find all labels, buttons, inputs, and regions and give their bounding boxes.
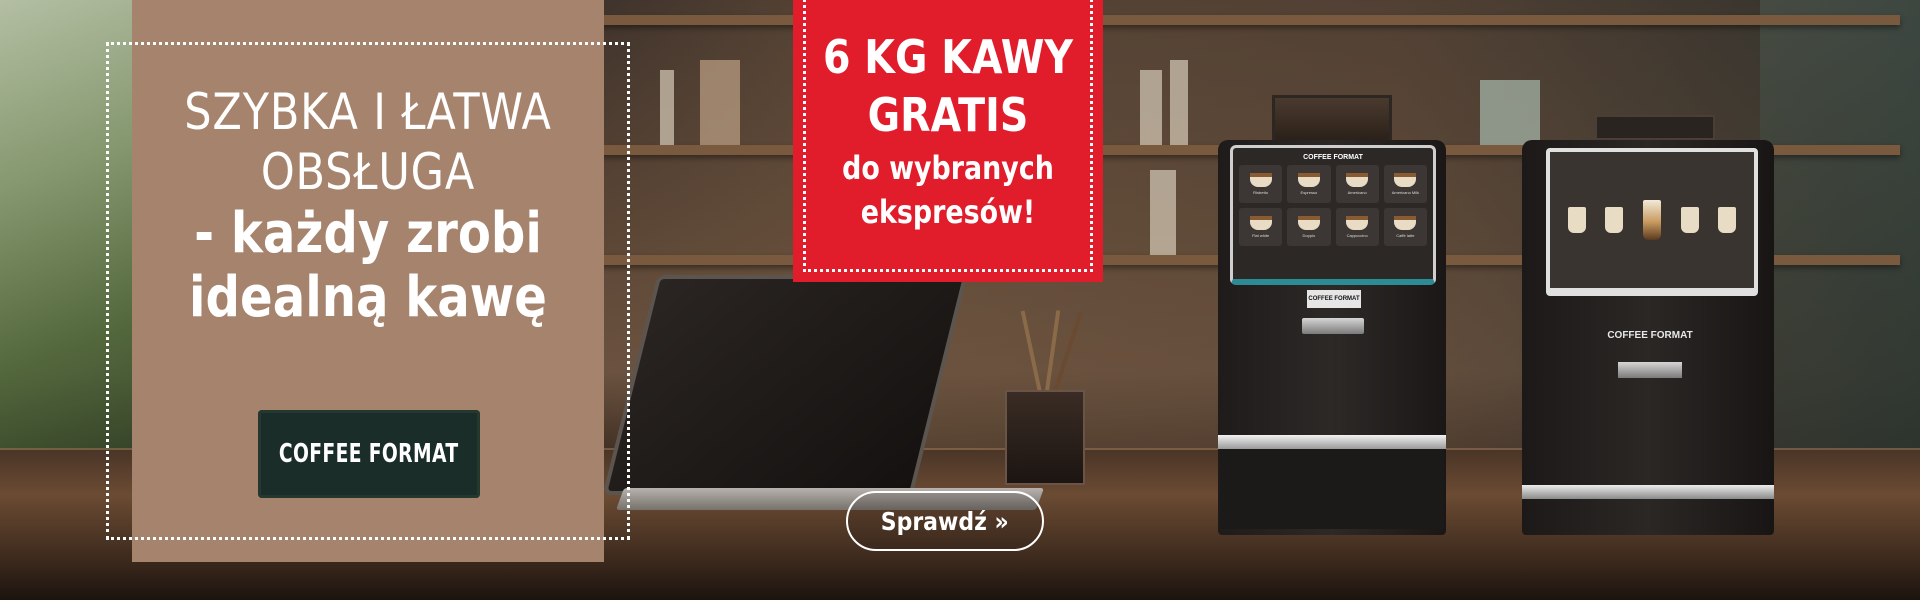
drink-tile: Flat white — [1239, 208, 1283, 246]
drink-grid: Ristretto Espresso Americano Americano M… — [1239, 165, 1427, 246]
machine-touchscreen: COFFEE FORMAT Ristretto Espresso America… — [1230, 145, 1436, 285]
hero-banner[interactable]: COFFEE FORMAT Ristretto Espresso America… — [0, 0, 1920, 600]
drink-tile: Espresso — [1287, 165, 1331, 203]
cup-icon — [1680, 207, 1699, 233]
cup-icon — [1394, 216, 1417, 230]
promo-badge-text: 6 KG KAWY GRATIS do wybranych ekspresów! — [793, 28, 1103, 232]
book — [1140, 70, 1162, 145]
headline-line: SZYBKA I ŁATWA — [184, 83, 552, 141]
drink-label: Espresso — [1300, 190, 1318, 195]
logo-text: COFFEE FORMAT — [279, 439, 459, 469]
promo-subline: do wybranych — [842, 149, 1054, 187]
check-button-label: Sprawdź » — [880, 506, 1010, 536]
promo-headline: GRATIS — [867, 88, 1029, 142]
coffee-spout — [1302, 318, 1364, 334]
cup-icon — [1249, 216, 1272, 230]
pen-holder — [1005, 390, 1085, 485]
cup-icon — [1297, 216, 1320, 230]
drink-label: Caffè latte — [1396, 233, 1415, 238]
promo-headline: 6 KG KAWY — [823, 30, 1073, 84]
book — [1480, 80, 1540, 145]
cup-icon — [1346, 173, 1369, 187]
drink-tile: Cappuccino — [1335, 208, 1379, 246]
headline-emphasis: - każdy zrobi — [194, 201, 542, 266]
cup-icon — [1718, 207, 1737, 233]
headline-emphasis: idealną kawę — [189, 265, 547, 330]
machine-touchscreen — [1546, 148, 1758, 296]
drink-label: Ristretto — [1253, 190, 1269, 195]
machine-brand-label: COFFEE FORMAT — [1607, 330, 1693, 341]
coffee-spout — [1618, 362, 1682, 378]
drink-tile: Doppio — [1287, 208, 1331, 246]
drink-tile: Ristretto — [1239, 165, 1283, 203]
drink-tile: Americano Milk — [1383, 165, 1427, 203]
book — [1170, 60, 1188, 145]
promo-subline: ekspresów! — [860, 193, 1036, 231]
drink-label: Doppio — [1302, 233, 1316, 238]
cup-icon — [1605, 207, 1624, 233]
check-button[interactable]: Sprawdź » — [846, 491, 1044, 551]
screen-title: COFFEE FORMAT — [1303, 154, 1363, 161]
bean-hopper — [1595, 115, 1715, 140]
latte-glass-icon — [1642, 200, 1661, 240]
book — [660, 70, 674, 145]
cup-icon — [1567, 207, 1586, 233]
drink-label: Americano — [1347, 190, 1367, 195]
drip-tray — [1220, 449, 1444, 529]
cup-icon — [1249, 173, 1272, 187]
drink-label: Americano Milk — [1391, 190, 1420, 195]
headline: SZYBKA I ŁATWA OBSŁUGA - każdy zrobi ide… — [132, 82, 604, 330]
drink-label: Flat white — [1252, 233, 1270, 238]
coffee-format-logo[interactable]: COFFEE FORMAT — [258, 410, 480, 498]
machine-chrome-band — [1522, 485, 1774, 499]
cup-icon — [1297, 173, 1320, 187]
book — [1150, 170, 1176, 255]
laptop-image — [602, 275, 968, 495]
bean-hopper — [1272, 95, 1392, 145]
drink-tile: Caffè latte — [1383, 208, 1427, 246]
book — [700, 60, 740, 145]
drink-tile: Americano — [1335, 165, 1379, 203]
drink-label: Cappuccino — [1346, 233, 1368, 238]
headline-line: OBSŁUGA — [260, 143, 476, 201]
machine-chrome-band — [1218, 435, 1446, 449]
cup-icon — [1394, 173, 1417, 187]
cup-icon — [1346, 216, 1369, 230]
machine-brand-plate: COFFEE FORMAT — [1307, 290, 1361, 308]
